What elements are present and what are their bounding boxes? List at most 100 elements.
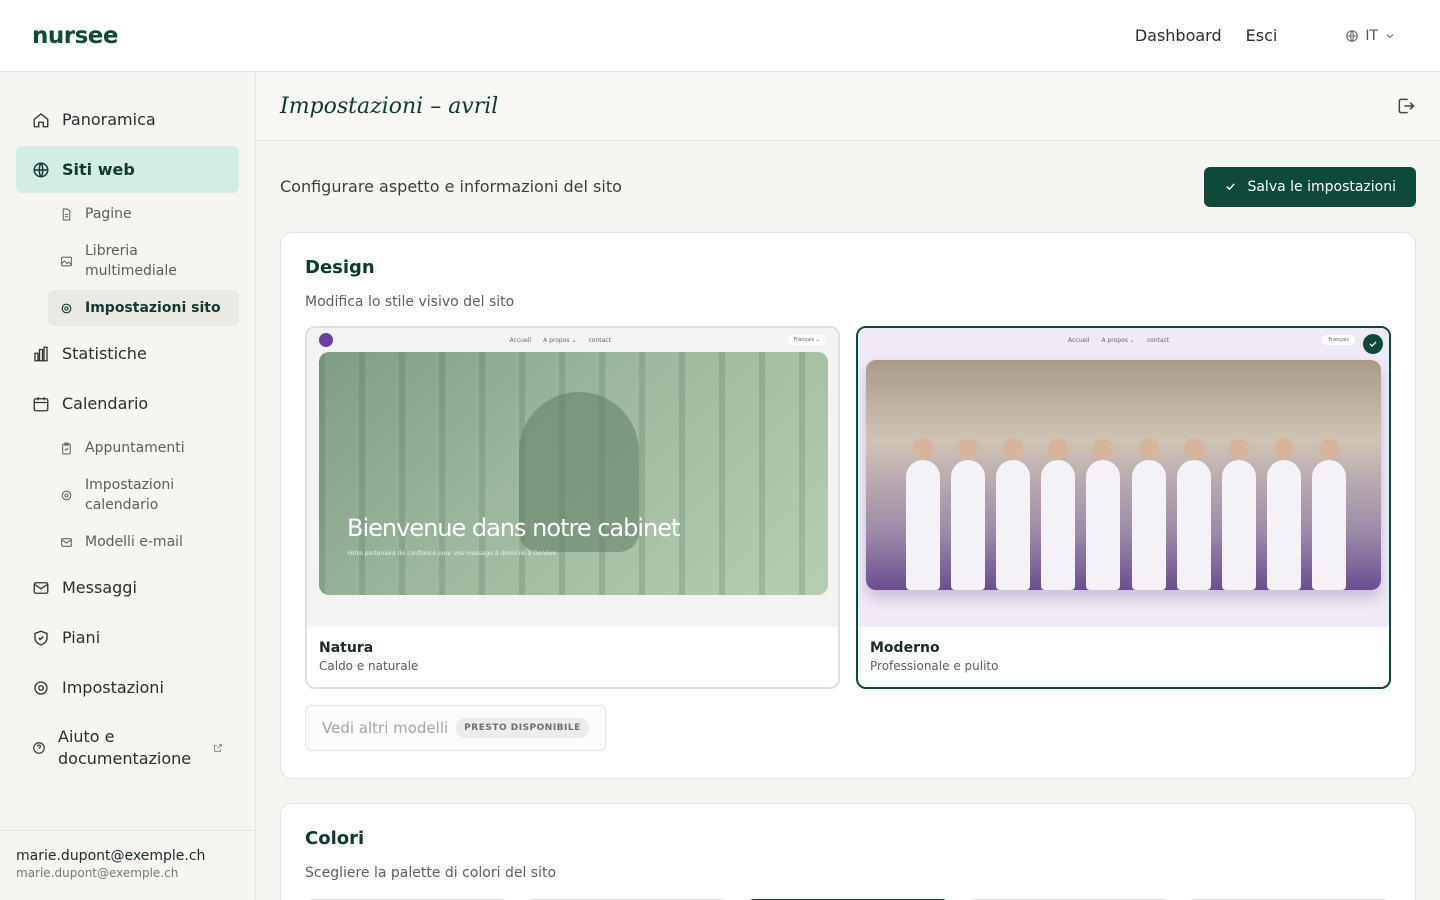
clipboard-icon [62,442,71,454]
team-photo [906,438,1346,590]
template-name: Moderno [870,640,940,656]
shield-icon [34,630,48,645]
preview-link: A propos ⌄ [1101,336,1135,344]
sidebar-item-label: Calendario [62,394,149,413]
sidebar-item-messaggi[interactable]: Messaggi [16,564,239,611]
design-subtitle: Modifica lo stile visivo del sito [305,294,515,310]
template-name: Natura [319,640,374,656]
sidebar-item-siti-web[interactable]: Siti web [16,146,239,193]
sidebar-item-label: Pagine [85,206,132,222]
sidebar-item-pagine[interactable]: Pagine [48,196,239,232]
chevron-down-icon [1386,33,1394,38]
preview-nav: Accueil A propos ⌄ contact Français ⌄ [307,328,838,352]
sidebar-item-calendario[interactable]: Calendario [16,380,239,427]
page-title: Impostazioni – avril [280,93,499,119]
template-list: Accueil A propos ⌄ contact Français ⌄ Bi… [305,326,1391,689]
sidebar-item-label: Impostazioni sito [85,300,221,316]
template-desc: Professionale e pulito [870,659,999,673]
toolbar: Configurare aspetto e informazioni del s… [256,141,1440,232]
sidebar-item-label: Aiuto e documentazione [58,727,192,768]
preview-links: Accueil A propos ⌄ contact [1068,337,1169,344]
design-card: Design Modifica lo stile visivo del sito… [280,232,1416,779]
gear-icon [34,680,48,695]
sidebar-item-modelli-email[interactable]: Modelli e-mail [48,524,239,560]
team-member [1311,438,1346,590]
preview-nav: Accueil A propos ⌄ contact Français [858,328,1389,352]
team-member [1041,438,1076,590]
user-email: marie.dupont@exemple.ch [16,866,179,880]
template-info: Natura Caldo e naturale [307,627,838,673]
calendar-icon [33,396,49,411]
sidebar-item-appuntamenti[interactable]: Appuntamenti [48,430,239,466]
language-selector[interactable]: IT [1345,28,1396,44]
sidebar-item-impostazioni[interactable]: Impostazioni [16,664,239,711]
team-member [1221,438,1256,590]
page-description: Configurare aspetto e informazioni del s… [280,177,622,196]
more-templates-button: Vedi altri modelli PRESTO DISPONIBILE [305,705,606,751]
gear-icon [61,490,72,500]
sidebar-item-panoramica[interactable]: Panoramica [16,96,239,143]
preview-link: Accueil [509,336,532,344]
sidebar-item-libreria[interactable]: Libreria multimediale [48,236,239,286]
logo[interactable]: nursee [32,23,118,49]
team-member [906,438,940,590]
preview-link: contact [588,336,611,344]
coming-soon-badge: PRESTO DISPONIBILE [456,718,589,738]
preview-lang: Français [1322,335,1355,345]
globe-icon [1346,29,1359,42]
sidebar-item-label: Siti web [62,160,135,179]
team-member [996,438,1031,590]
sidebar-item-impostazioni-calendario[interactable]: Impostazioni calendario [48,470,239,520]
dashboard-link[interactable]: Dashboard [1135,26,1222,45]
main-content: Impostazioni – avril Configurare aspetto… [256,72,1440,900]
save-settings-button[interactable]: Salva le impostazioni [1204,166,1416,207]
preview-link: A propos ⌄ [543,336,577,344]
sidebar-item-label: Appuntamenti [85,440,185,456]
team-member [1086,438,1121,590]
sidebar-item-statistiche[interactable]: Statistiche [16,330,239,377]
preview-lang: Français ⌄ [787,335,826,345]
sidebar-item-piani[interactable]: Piani [16,614,239,661]
logout-icon[interactable] [1396,96,1416,116]
mail-icon [33,581,49,594]
check-icon [1226,183,1236,191]
preview-links: Accueil A propos ⌄ contact [510,337,611,344]
user-name: marie.dupont@exemple.ch [16,848,206,864]
colors-title: Colori [305,828,365,849]
page-header: Impostazioni – avril [256,72,1440,141]
selected-check-icon [1363,334,1383,354]
design-title: Design [305,257,375,278]
logout-link[interactable]: Esci [1246,26,1278,45]
template-info: Moderno Professionale e pulito [858,627,1389,673]
preview-hero-title: Bienvenue dans notre cabinet [347,514,680,542]
sidebar-item-label: Libreria multimediale [85,242,177,279]
file-icon [62,208,71,220]
mail-icon [61,537,72,547]
top-nav: Dashboard Esci IT [1135,26,1408,45]
sidebar-item-label: Statistiche [62,344,147,363]
template-preview: Accueil A propos ⌄ contact Français ⌄ Bi… [307,328,838,627]
preview-logo [319,333,333,347]
sidebar-item-label: Messaggi [62,578,137,597]
sidebar: Panoramica Siti web Pagine Libreria mult… [0,72,256,900]
template-moderno[interactable]: Accueil A propos ⌄ contact Français Mode… [856,326,1391,689]
user-profile[interactable]: marie.dupont@exemple.ch marie.dupont@exe… [0,830,256,900]
team-member [1266,438,1301,590]
globe-icon [33,162,49,177]
bar-chart-icon [34,346,48,361]
sidebar-item-impostazioni-sito[interactable]: Impostazioni sito [48,290,239,326]
preview-link: Accueil [1068,336,1090,344]
top-header: nursee Dashboard Esci IT [0,0,1440,72]
colors-card: Colori Scegliere la palette di colori de… [280,803,1416,900]
save-button-label: Salva le impostazioni [1247,178,1396,195]
template-natura[interactable]: Accueil A propos ⌄ contact Français ⌄ Bi… [305,326,840,689]
sidebar-nav: Panoramica Siti web Pagine Libreria mult… [0,72,255,779]
image-icon [61,256,72,266]
help-icon [33,742,45,754]
preview-link: contact [1146,336,1170,344]
external-link-icon [214,744,222,752]
sidebar-item-label: Impostazioni calendario [85,476,175,513]
team-member [1176,438,1211,590]
sidebar-item-aiuto[interactable]: Aiuto e documentazione [16,717,239,779]
template-desc: Caldo e naturale [319,659,419,673]
